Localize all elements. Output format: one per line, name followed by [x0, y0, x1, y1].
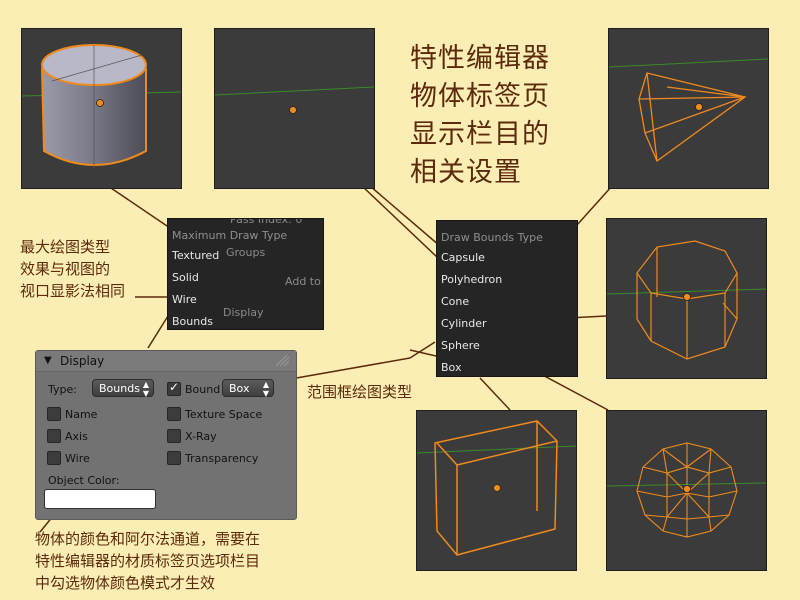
max-draw-type-menu: Pass Index: 0 Groups Add to G Display Ma… — [167, 218, 324, 330]
title-line: 物体标签页 — [410, 81, 550, 112]
type-dropdown[interactable]: Bounds ▲ ▼ — [92, 379, 154, 398]
menu-item-textured[interactable]: Textured — [168, 249, 323, 262]
object-color-label: Object Color: — [48, 474, 120, 487]
menu-item-cylinder[interactable]: Cylinder — [437, 317, 577, 330]
menu-item-wire[interactable]: Wire — [168, 293, 323, 306]
x-ray-label: X-Ray — [185, 430, 217, 443]
axis-checkbox[interactable] — [47, 429, 61, 443]
title-line: 相关设置 — [410, 157, 522, 188]
type-label: Type: — [48, 383, 77, 396]
transparency-checkbox[interactable] — [167, 451, 181, 465]
note-line: 效果与视图的 — [20, 260, 111, 278]
updown-arrows-icon: ▲ ▼ — [262, 380, 269, 398]
menu-item-cone[interactable]: Cone — [437, 295, 577, 308]
bound-label: Bound — [185, 383, 221, 396]
menu-item-sphere[interactable]: Sphere — [437, 339, 577, 352]
menu-item-polyhedron[interactable]: Polyhedron — [437, 273, 577, 286]
note-line: 中勾选物体颜色模式才生效 — [35, 574, 216, 592]
drag-handle-icon[interactable] — [274, 355, 290, 367]
transparency-label: Transparency — [185, 452, 259, 465]
name-label: Name — [65, 408, 98, 421]
ghost-pass-index: Pass Index: 0 — [230, 218, 303, 226]
note-line: 特性编辑器的材质标签页选项栏目 — [35, 552, 261, 570]
name-checkbox[interactable] — [47, 407, 61, 421]
note-line: 物体的颜色和阿尔法通道，需要在 — [35, 530, 261, 548]
solid-cylinder-view — [21, 28, 182, 189]
collapse-triangle-icon[interactable]: ▼ — [44, 355, 52, 366]
axis-label: Axis — [65, 430, 88, 443]
bound-type-dropdown[interactable]: Box ▲ ▼ — [222, 379, 274, 398]
display-panel-title: Display — [60, 354, 105, 368]
texture-space-checkbox[interactable] — [167, 407, 181, 421]
note-line: 最大绘图类型 — [20, 238, 111, 256]
display-panel: ▼ Display Type: Bounds ▲▼ Bound Box ▲▼ N… — [35, 350, 297, 520]
texture-space-label: Texture Space — [185, 408, 263, 421]
note-line: 视口显影法相同 — [20, 282, 126, 300]
max-draw-type-note: 最大绘图类型 效果与视图的 视口显影法相同 — [20, 236, 125, 302]
title-line: 显示栏目的 — [410, 119, 550, 150]
cone-bounds-view — [608, 28, 769, 189]
menu-item-solid[interactable]: Solid — [168, 271, 323, 284]
draw-bounds-type-menu: Draw Bounds Type Capsule Polyhedron Cone… — [436, 220, 578, 377]
page-title: 特性编辑器 物体标签页 显示栏目的 相关设置 — [410, 40, 550, 192]
sphere-bounds-view — [606, 410, 767, 571]
menu-item-bounds[interactable]: Bounds — [168, 315, 323, 328]
type-dropdown-value: Bounds — [99, 382, 140, 395]
cylinder-bounds-view — [606, 218, 767, 379]
object-color-note: 物体的颜色和阿尔法通道，需要在 特性编辑器的材质标签页选项栏目 中勾选物体颜色模… — [35, 528, 260, 594]
object-color-field[interactable] — [44, 489, 156, 509]
menu-item-capsule[interactable]: Capsule — [437, 251, 577, 264]
bounds-type-note: 范围框绘图类型 — [307, 383, 413, 401]
box-bounds-view — [416, 410, 577, 571]
draw-bounds-type-header: Draw Bounds Type — [441, 231, 543, 244]
bound-checkbox[interactable] — [167, 380, 181, 396]
empty-view — [214, 28, 375, 189]
wire-checkbox[interactable] — [47, 451, 61, 465]
x-ray-checkbox[interactable] — [167, 429, 181, 443]
max-draw-type-header: Maximum Draw Type — [172, 229, 288, 242]
display-panel-header[interactable]: ▼ Display — [36, 351, 296, 372]
bound-type-value: Box — [229, 382, 250, 395]
title-line: 特性编辑器 — [410, 43, 550, 74]
wire-label: Wire — [65, 452, 90, 465]
updown-arrows-icon: ▲ ▼ — [142, 380, 149, 398]
menu-item-box[interactable]: Box — [437, 361, 577, 374]
